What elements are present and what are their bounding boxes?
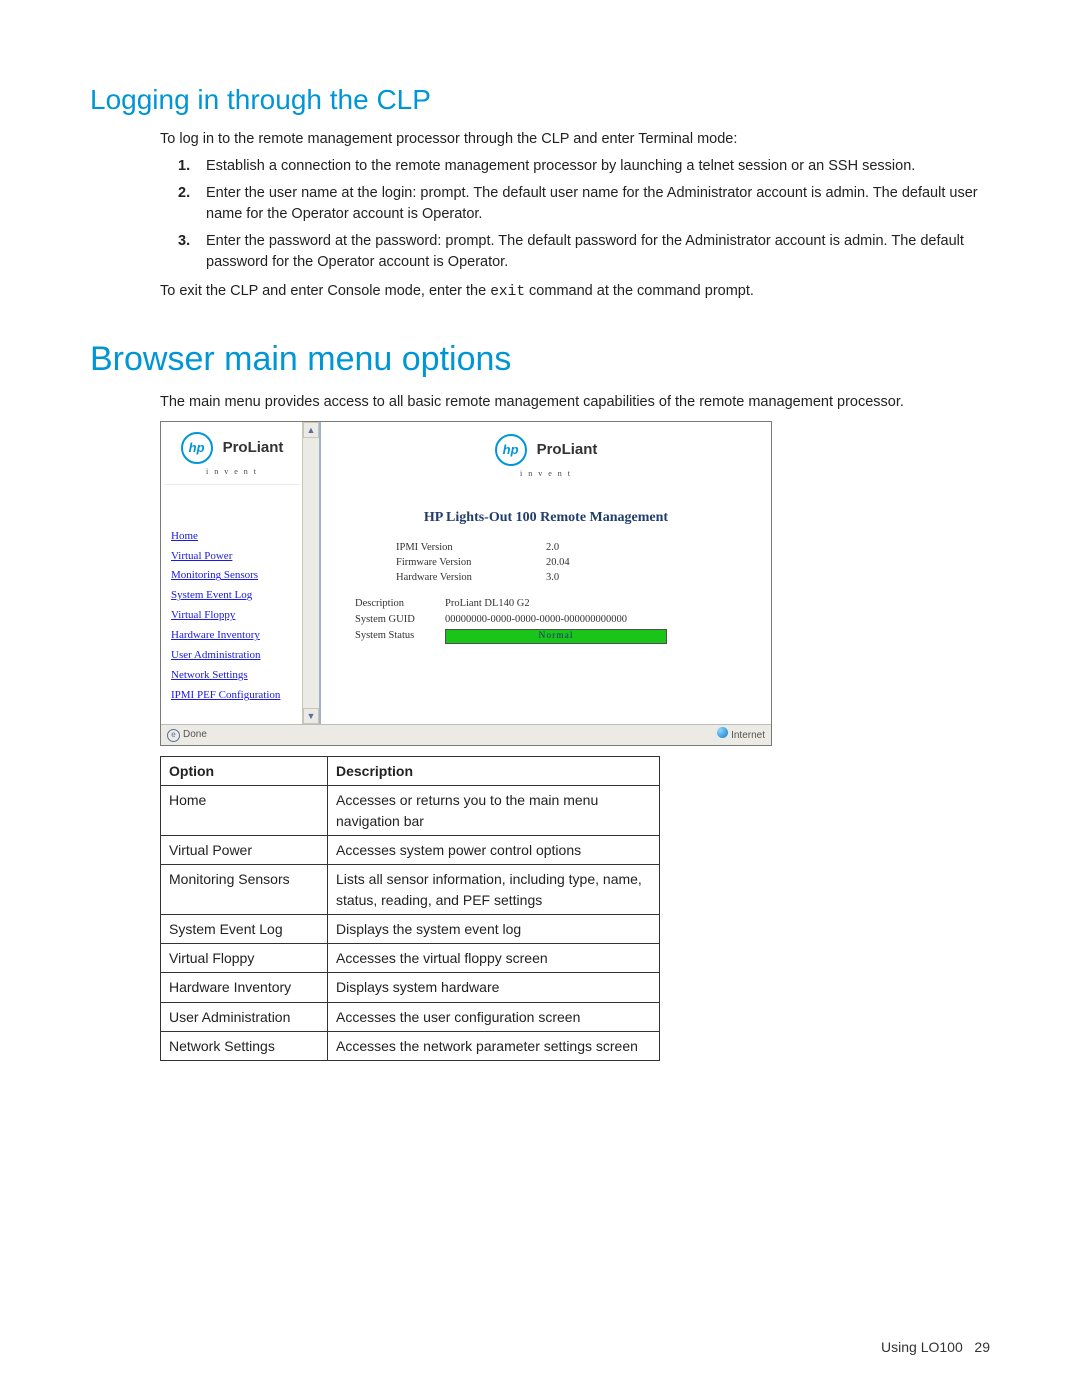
options-table: Option Description HomeAccesses or retur… (160, 756, 660, 1061)
sidebar: ▲ ▼ hp ProLiant i n v e n t (161, 422, 321, 724)
brand-label: ProLiant (223, 437, 284, 459)
heading-browser: Browser main menu options (90, 335, 990, 384)
status-right: Internet (731, 730, 765, 741)
table-row: Virtual FloppyAccesses the virtual flopp… (161, 944, 660, 973)
version-info: IPMI Version2.0 Firmware Version20.04 Ha… (396, 540, 696, 586)
globe-icon (717, 727, 728, 738)
nav-home[interactable]: Home (171, 529, 293, 545)
table-row: System Event LogDisplays the system even… (161, 914, 660, 943)
nav-network-settings[interactable]: Network Settings (171, 668, 293, 684)
nav-virtual-floppy[interactable]: Virtual Floppy (171, 608, 293, 624)
clp-steps: Establish a connection to the remote man… (160, 156, 990, 273)
nav-hardware-inventory[interactable]: Hardware Inventory (171, 628, 293, 644)
sidebar-logo: hp ProLiant i n v e n t (165, 428, 299, 485)
page: Logging in through the CLP To log in to … (0, 0, 1080, 1397)
sidebar-scrollbar[interactable]: ▲ ▼ (302, 422, 319, 724)
content-pane: hp ProLiant i n v e n t HP Lights-Out 10… (321, 422, 771, 724)
nav-user-administration[interactable]: User Administration (171, 648, 293, 664)
system-info: DescriptionProLiant DL140 G2 System GUID… (355, 596, 763, 644)
logo-subtitle: i n v e n t (520, 468, 572, 480)
brand-label: ProLiant (537, 439, 598, 461)
browser-status-bar: eDone Internet (161, 724, 771, 745)
clp-intro: To log in to the remote management proce… (160, 129, 990, 150)
table-row: Virtual PowerAccesses system power contr… (161, 835, 660, 864)
page-title: HP Lights-Out 100 Remote Management (329, 508, 763, 528)
page-footer: Using LO100 29 (881, 1337, 990, 1357)
clp-exit: To exit the CLP and enter Console mode, … (160, 281, 990, 303)
scroll-up-icon[interactable]: ▲ (303, 422, 319, 438)
th-description: Description (328, 757, 660, 786)
clp-step-3: Enter the password at the password: prom… (200, 231, 990, 273)
nav-ipmi-pef[interactable]: IPMI PEF Configuration (171, 688, 293, 704)
clp-step-2: Enter the user name at the login: prompt… (200, 183, 990, 225)
clp-body: To log in to the remote management proce… (160, 129, 990, 303)
table-row: Monitoring SensorsLists all sensor infor… (161, 865, 660, 915)
table-row: Hardware InventoryDisplays system hardwa… (161, 973, 660, 1002)
clp-step-1: Establish a connection to the remote man… (200, 156, 990, 177)
hp-logo-icon: hp (495, 434, 527, 466)
table-row: User AdministrationAccesses the user con… (161, 1002, 660, 1031)
ie-icon: e (167, 729, 180, 742)
hp-logo-icon: hp (181, 432, 213, 464)
scroll-down-icon[interactable]: ▼ (303, 708, 319, 724)
sidebar-nav: Home Virtual Power Monitoring Sensors Sy… (165, 485, 299, 718)
th-option: Option (161, 757, 328, 786)
screenshot: ▲ ▼ hp ProLiant i n v e n t (160, 421, 772, 746)
nav-system-event-log[interactable]: System Event Log (171, 588, 293, 604)
heading-clp: Logging in through the CLP (90, 80, 990, 121)
exit-command: exit (490, 284, 525, 300)
browser-intro: The main menu provides access to all bas… (160, 392, 990, 413)
nav-monitoring-sensors[interactable]: Monitoring Sensors (171, 568, 293, 584)
table-row: Network SettingsAccesses the network par… (161, 1032, 660, 1061)
nav-virtual-power[interactable]: Virtual Power (171, 549, 293, 565)
status-badge: Normal (445, 629, 667, 644)
status-left: Done (183, 729, 207, 740)
logo-subtitle: i n v e n t (181, 466, 284, 478)
table-row: HomeAccesses or returns you to the main … (161, 786, 660, 836)
